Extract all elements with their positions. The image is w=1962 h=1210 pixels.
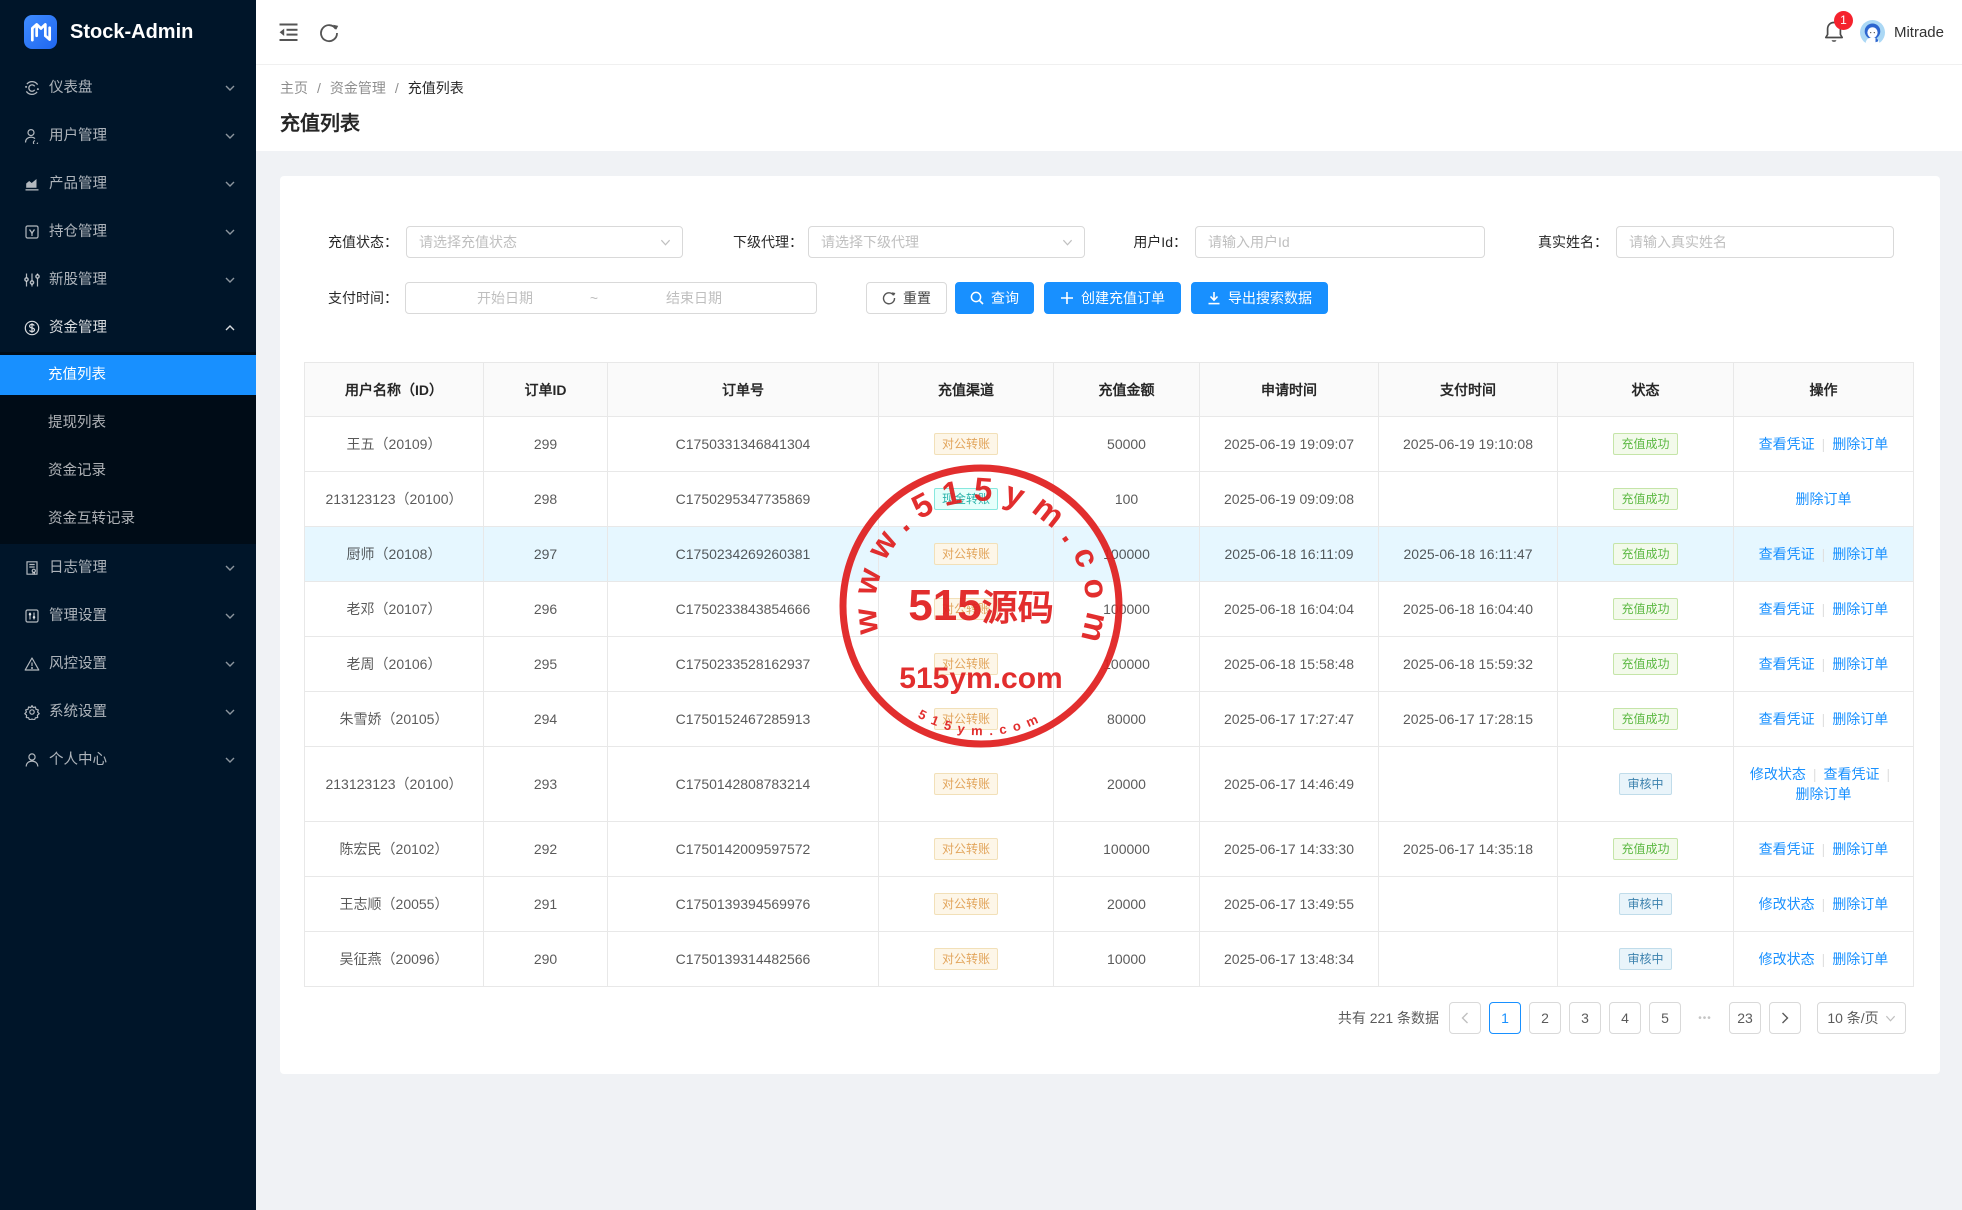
svg-text:515ym.com: 515ym.com [899, 662, 1062, 695]
svg-text:515源码: 515源码 [908, 581, 1053, 630]
